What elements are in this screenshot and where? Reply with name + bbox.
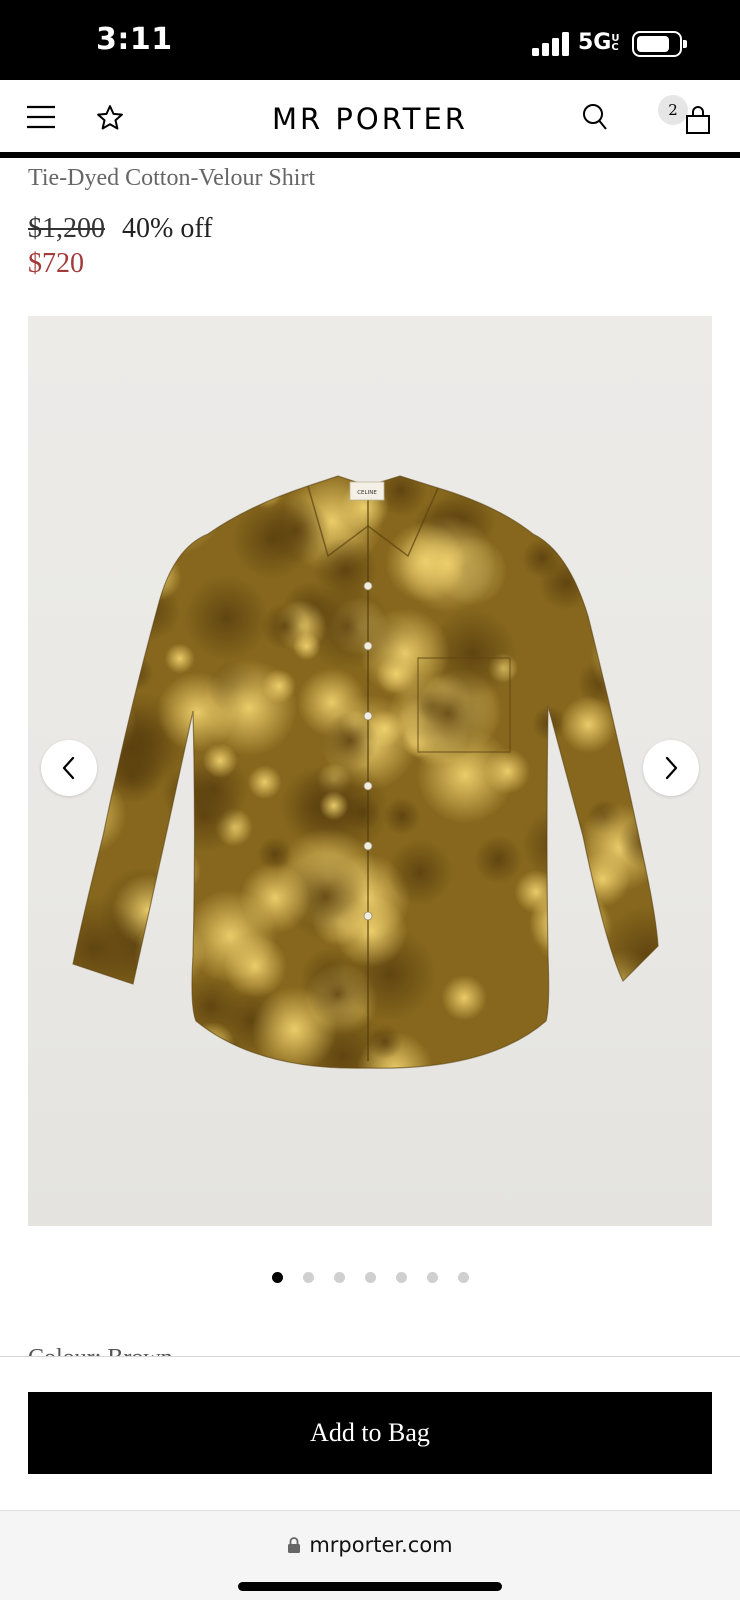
- discount-label: 40% off: [122, 213, 213, 244]
- url-text: mrporter.com: [309, 1533, 453, 1557]
- network-type: 5GU C: [578, 30, 620, 55]
- price-row: $1,200 40% off: [28, 213, 212, 245]
- battery-icon: [632, 31, 687, 57]
- cellular-signal-icon: [532, 32, 572, 56]
- pagination-dot[interactable]: [426, 1272, 438, 1283]
- product-image-gallery[interactable]: CELINE: [28, 316, 712, 1226]
- home-indicator[interactable]: [238, 1582, 502, 1591]
- chevron-right-icon: [665, 756, 678, 780]
- pagination-dot[interactable]: [457, 1272, 469, 1283]
- add-to-bag-button[interactable]: Add to Bag: [28, 1392, 712, 1474]
- shopping-bag-icon[interactable]: [682, 104, 714, 136]
- lock-icon: [288, 1537, 301, 1553]
- sticky-cta-panel: Add to Bag: [0, 1356, 740, 1508]
- status-time: 3:11: [96, 22, 173, 57]
- status-bar: 3:11 5GU C: [0, 0, 740, 80]
- gallery-pagination[interactable]: [0, 1272, 740, 1286]
- garment-label: CELINE: [357, 490, 377, 496]
- search-icon[interactable]: [578, 100, 612, 134]
- gallery-prev-button[interactable]: [41, 740, 97, 796]
- chevron-left-icon: [62, 756, 75, 780]
- pagination-dot[interactable]: [364, 1272, 376, 1283]
- pagination-dot[interactable]: [271, 1272, 283, 1283]
- product-title: Tie-Dyed Cotton-Velour Shirt: [28, 165, 316, 191]
- battery-level: [637, 36, 669, 52]
- site-header: MR PORTER 2: [0, 80, 740, 158]
- product-image: CELINE: [72, 475, 659, 1069]
- pagination-dot[interactable]: [333, 1272, 345, 1283]
- pagination-dot[interactable]: [302, 1272, 314, 1283]
- original-price: $1,200: [28, 213, 105, 244]
- gallery-next-button[interactable]: [643, 740, 699, 796]
- brand-logo[interactable]: MR PORTER: [0, 102, 740, 136]
- pagination-dot[interactable]: [395, 1272, 407, 1283]
- sale-price: $720: [28, 248, 84, 279]
